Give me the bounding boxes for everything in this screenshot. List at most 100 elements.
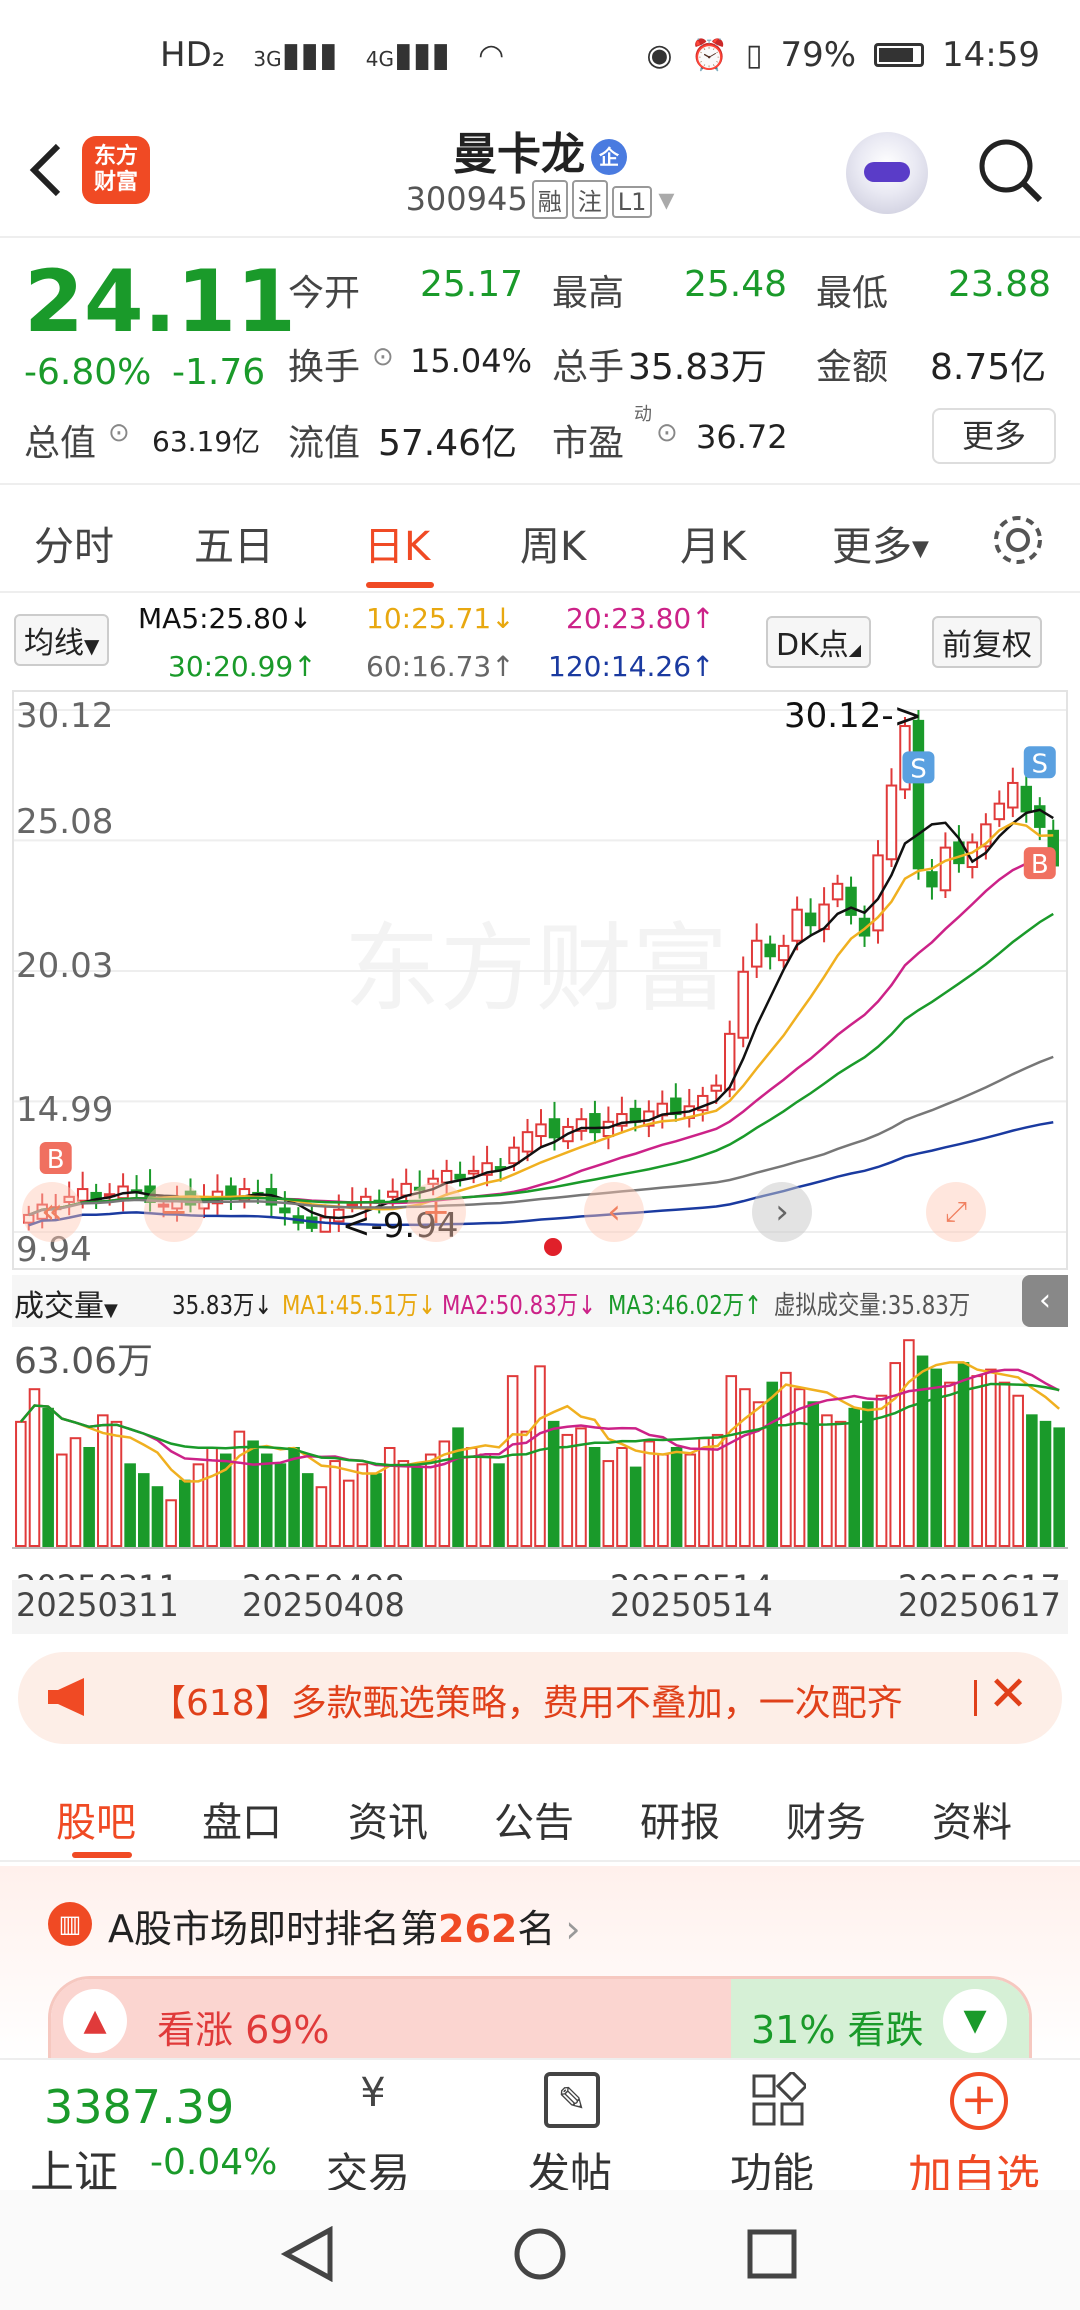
- dk-point-button[interactable]: DK点◢: [766, 616, 872, 668]
- trade-marker-b[interactable]: B: [1023, 847, 1056, 880]
- candle: [90, 1183, 102, 1209]
- volume-bar: [821, 1414, 833, 1547]
- nav-recent-icon[interactable]: [746, 2228, 798, 2280]
- scroll-left-far-icon[interactable]: «: [22, 1182, 82, 1242]
- active-section-underline: [72, 1852, 132, 1858]
- volume-bar: [356, 1463, 369, 1547]
- candle: [926, 858, 938, 900]
- bearish-button[interactable]: ▼: [943, 1989, 1007, 2053]
- scroll-left-icon[interactable]: ‹: [584, 1182, 644, 1242]
- tab-five-day[interactable]: 五日: [194, 514, 274, 572]
- vol-ma2-text: MA2:50.83万: [442, 1291, 579, 1321]
- volume-bar: [506, 1375, 519, 1547]
- volume-bar: [766, 1381, 779, 1547]
- volume-bar: [793, 1388, 806, 1547]
- clock: 14:59: [942, 35, 1040, 75]
- rank-card[interactable]: ▥ A股市场即时排名第262名 › ▲ 看涨 69% 31% 看跌 ▼: [0, 1866, 1080, 2058]
- tab-intraday[interactable]: 分时: [34, 514, 114, 572]
- close-icon[interactable]: ✕: [988, 1666, 1028, 1722]
- ma120-text: 120:14.26: [548, 650, 692, 683]
- tab-monthly-k[interactable]: 月K: [680, 514, 746, 572]
- tab-more-label: 更多: [832, 524, 912, 570]
- tab-announce[interactable]: 公告: [494, 1790, 574, 1848]
- rank-prefix: A股市场即时排名第: [108, 1907, 438, 1951]
- active-tab-underline: [366, 582, 434, 588]
- candle: [454, 1161, 466, 1187]
- vol-ma1-text: MA1:45.51万: [282, 1291, 419, 1321]
- tab-more[interactable]: 更多▼: [832, 514, 929, 572]
- volume-bar: [151, 1486, 164, 1547]
- registration-tag: 注: [571, 180, 608, 219]
- nav-home-icon[interactable]: [512, 2226, 568, 2282]
- tab-news[interactable]: 资讯: [348, 1790, 428, 1848]
- volume-bar: [616, 1446, 628, 1547]
- candle: [238, 1177, 251, 1209]
- index-value[interactable]: 3387.39: [44, 2080, 234, 2134]
- promo-banner[interactable]: 【618】多款甄选策略，费用不叠加，一次配齐 ✕: [18, 1652, 1062, 1744]
- volume-label: 总手: [552, 347, 625, 388]
- low-label: 最低: [816, 273, 889, 314]
- volume-bar: [329, 1460, 341, 1547]
- volume-bar: [561, 1433, 574, 1547]
- search-icon[interactable]: [976, 136, 1046, 206]
- caret-down-icon: ▼: [912, 536, 929, 562]
- bullish-button[interactable]: ▲: [63, 1989, 127, 2053]
- post-edit-icon[interactable]: ✎: [544, 2072, 600, 2128]
- settings-gear-icon[interactable]: [990, 512, 1046, 568]
- tab-finance[interactable]: 财务: [786, 1790, 866, 1848]
- volume-bar: [465, 1446, 478, 1547]
- mcap-label: 总值: [24, 423, 97, 464]
- volume-header: 成交量▼ 35.83万↓ MA1:45.51万↓ MA2:50.83万↓ MA3…: [12, 1275, 1068, 1327]
- add-watchlist-icon[interactable]: +: [950, 2072, 1008, 2130]
- trade-marker-s[interactable]: S: [1023, 746, 1056, 779]
- ai-robot-avatar[interactable]: [846, 132, 928, 214]
- scroll-right-icon[interactable]: ›: [752, 1182, 812, 1242]
- nav-back-icon[interactable]: [280, 2226, 336, 2282]
- index-change: -0.04%: [150, 2142, 278, 2183]
- ma10-value: 10:25.71↓: [366, 602, 515, 635]
- svg-text:B: B: [47, 1145, 65, 1175]
- net-3g-label: 3G: [253, 47, 282, 71]
- adjust-button[interactable]: 前复权: [932, 616, 1042, 668]
- volume-bar: [493, 1463, 505, 1547]
- volume-bar: [411, 1466, 423, 1547]
- tab-weekly-k[interactable]: 周K: [520, 514, 586, 572]
- fullscreen-icon[interactable]: ⤢: [926, 1182, 986, 1242]
- vol-ma3-text: MA3:46.02万: [608, 1291, 745, 1321]
- chart-bars-icon: ▥: [48, 1902, 92, 1946]
- trade-marker-b[interactable]: B: [39, 1142, 72, 1175]
- zoom-out-icon[interactable]: −: [144, 1182, 204, 1242]
- info-dots-icon[interactable]: ⊙: [108, 418, 130, 448]
- change-percent: -6.80%: [24, 352, 152, 393]
- trade-marker-s[interactable]: S: [902, 751, 935, 784]
- more-button[interactable]: 更多: [932, 408, 1056, 464]
- volume-bar: [998, 1381, 1011, 1547]
- ma-selector[interactable]: 均线▼: [14, 614, 110, 666]
- tab-daily-k[interactable]: 日K: [364, 514, 430, 572]
- collapse-panel-icon[interactable]: ‹: [1022, 1275, 1068, 1327]
- indicator-selector[interactable]: 成交量▼: [14, 1281, 118, 1325]
- info-dots-icon[interactable]: ⊙: [656, 418, 678, 448]
- volume-bar: [711, 1433, 724, 1547]
- volume-bar: [342, 1479, 355, 1548]
- tab-profile[interactable]: 资料: [932, 1790, 1012, 1848]
- candle: [818, 887, 830, 943]
- y-label-max: 30.12: [16, 696, 114, 736]
- trade-icon[interactable]: ¥: [338, 2070, 408, 2130]
- section-tabs: 股吧 盘口 资讯 公告 研报 财务 资料: [0, 1762, 1080, 1862]
- volume-bar: [97, 1414, 109, 1547]
- tab-research[interactable]: 研报: [640, 1790, 720, 1848]
- tab-pankou[interactable]: 盘口: [202, 1790, 282, 1848]
- zoom-in-icon[interactable]: +: [406, 1182, 466, 1242]
- info-dots-icon[interactable]: ⊙: [372, 342, 394, 372]
- open-value: 25.17: [420, 264, 524, 305]
- kline-chart[interactable]: 东方财富 BSBS 30.12 25.08 20.03 14.99 9.94 3…: [12, 690, 1068, 1270]
- bullish-label: 看涨 69%: [157, 2008, 330, 2052]
- event-dot[interactable]: [544, 1238, 562, 1256]
- ma5-text: MA5:25.80: [138, 602, 289, 635]
- tab-guba[interactable]: 股吧: [56, 1790, 136, 1848]
- vol-ma3: MA3:46.02万↑: [608, 1291, 762, 1321]
- candle: [279, 1191, 291, 1226]
- battery-percent: 79%: [780, 35, 857, 75]
- function-grid-icon[interactable]: [750, 2069, 809, 2128]
